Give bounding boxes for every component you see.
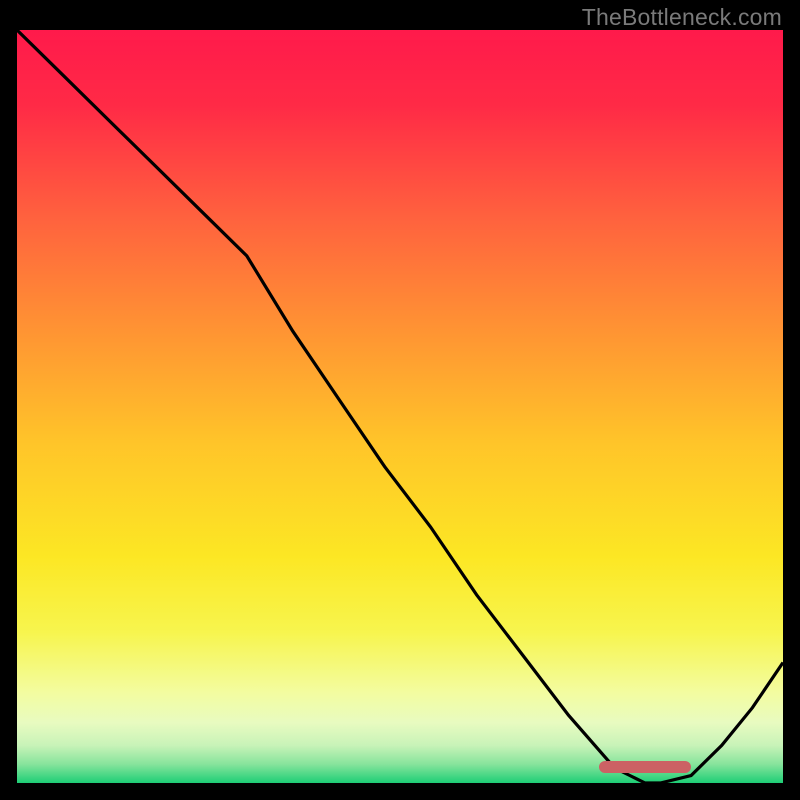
chart-plot-frame [17,30,783,783]
chart-optimal-marker [599,761,691,773]
watermark-text: TheBottleneck.com [582,4,782,31]
chart-gradient-background [17,30,783,783]
